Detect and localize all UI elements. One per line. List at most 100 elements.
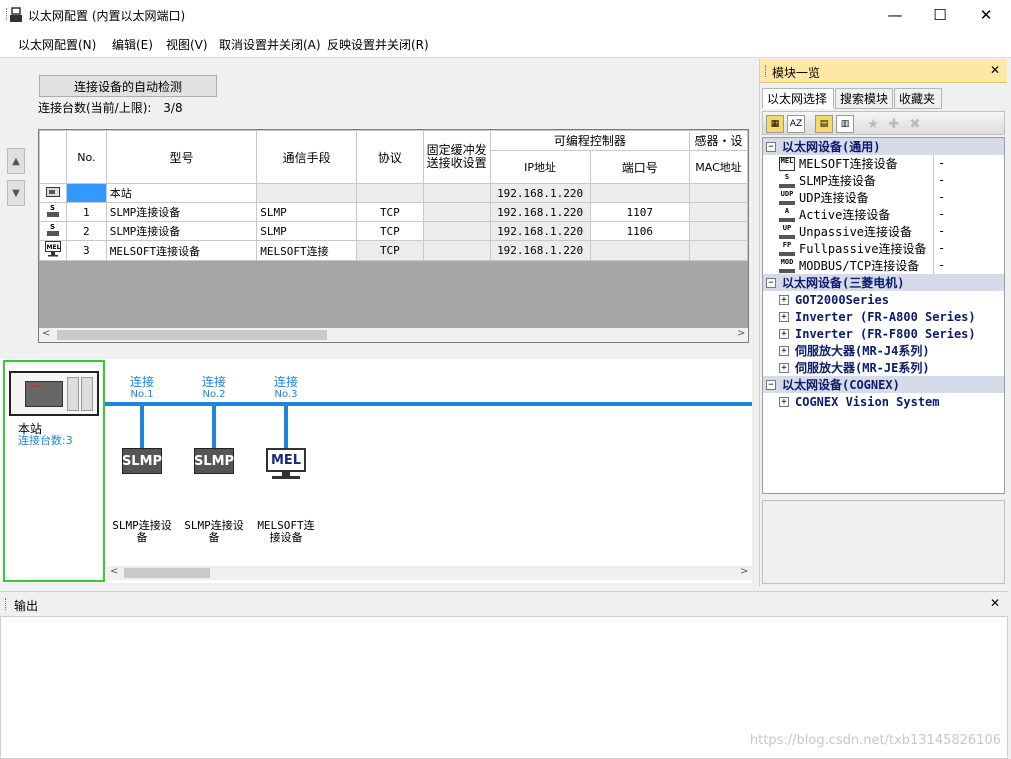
row-comm[interactable]: MELSOFT连接 — [256, 240, 358, 261]
sort-az-icon[interactable]: AZ — [787, 115, 805, 133]
table-row[interactable]: S 2 SLMP连接设备 SLMP TCP 192.168.1.220 1106 — [39, 221, 748, 241]
row-model[interactable]: SLMP连接设备 — [105, 202, 258, 222]
row-ip[interactable]: 192.168.1.220 — [489, 221, 591, 241]
expand-all-icon[interactable]: ▤ — [815, 115, 833, 133]
slmp-device-icon[interactable]: SLMP — [194, 448, 234, 474]
menu-edit[interactable]: 编辑(E) — [112, 36, 153, 53]
table-row[interactable]: S 1 SLMP连接设备 SLMP TCP 192.168.1.220 1107 — [39, 202, 748, 222]
tree-subgroup[interactable]: + 伺服放大器(MR-J4系列) — [763, 342, 1004, 359]
row-no[interactable]: 3 — [65, 240, 107, 261]
tree-item[interactable]: A Active连接设备 - — [763, 206, 1004, 223]
minimize-button[interactable]: — — [872, 0, 918, 30]
table-horizontal-scrollbar[interactable]: < > — [39, 328, 748, 342]
expand-icon[interactable]: + — [779, 396, 789, 407]
diagram-horizontal-scrollbar[interactable]: < > — [106, 566, 752, 580]
collapse-icon[interactable]: − — [766, 379, 776, 390]
module-panel-close-button[interactable]: ✕ — [990, 63, 1000, 77]
menu-view[interactable]: 视图(V) — [166, 36, 208, 53]
row-fixed-buffer[interactable] — [422, 202, 491, 222]
tree-group-mitsubishi[interactable]: − 以太网设备(三菱电机) — [763, 274, 1004, 291]
row-port[interactable]: 1107 — [589, 202, 691, 222]
mel-device-icon[interactable]: MEL — [266, 448, 306, 472]
scroll-left-icon[interactable]: < — [42, 328, 50, 339]
tab-favorites[interactable]: 收藏夹 — [894, 88, 942, 109]
tree-item[interactable]: FP Fullpassive连接设备 - — [763, 240, 1004, 257]
tab-ethernet-select[interactable]: 以太网选择 — [762, 88, 834, 109]
row-fixed-buffer[interactable] — [422, 183, 491, 203]
scroll-right-icon[interactable]: > — [737, 328, 745, 339]
remove-favorite-icon[interactable]: ✖ — [906, 115, 924, 133]
tab-search-module[interactable]: 搜索模块 — [835, 88, 893, 109]
row-fixed-buffer[interactable] — [422, 221, 491, 241]
tree-item[interactable]: MEL MELSOFT连接设备 - — [763, 155, 1004, 172]
row-no[interactable]: 1 — [65, 202, 107, 222]
collapse-icon[interactable]: − — [766, 141, 776, 152]
move-up-button[interactable]: ▲ — [7, 148, 25, 174]
tree-subgroup[interactable]: + COGNEX Vision System — [763, 393, 1004, 410]
tree-group-general[interactable]: − 以太网设备(通用) — [763, 138, 1004, 155]
row-comm[interactable]: SLMP — [256, 221, 358, 241]
header-comm[interactable]: 通信手段 — [256, 130, 358, 184]
add-favorite-icon[interactable]: ✚ — [885, 115, 903, 133]
row-protocol[interactable] — [356, 183, 424, 203]
row-mac[interactable] — [689, 240, 748, 261]
table-row[interactable]: 本站 192.168.1.220 — [39, 183, 748, 203]
row-ip[interactable]: 192.168.1.220 — [489, 202, 591, 222]
table-scroll-thumb[interactable] — [57, 330, 327, 340]
output-close-button[interactable]: ✕ — [990, 596, 1000, 610]
row-port[interactable]: 1106 — [589, 221, 691, 241]
row-port[interactable] — [589, 240, 691, 261]
row-protocol[interactable]: TCP — [356, 240, 424, 261]
header-port[interactable]: 端口号 — [589, 150, 691, 184]
header-fixed-buffer[interactable]: 固定缓冲发 送接收设置 — [422, 130, 491, 184]
row-protocol[interactable]: TCP — [356, 202, 424, 222]
row-no[interactable]: 2 — [65, 221, 107, 241]
row-mac[interactable] — [689, 202, 748, 222]
tree-group-cognex[interactable]: − 以太网设备(COGNEX) — [763, 376, 1004, 393]
expand-icon[interactable]: + — [779, 362, 789, 373]
tree-subgroup[interactable]: + 伺服放大器(MR-JE系列) — [763, 359, 1004, 376]
header-protocol[interactable]: 协议 — [356, 130, 424, 184]
row-ip[interactable]: 192.168.1.220 — [489, 240, 591, 261]
tree-item[interactable]: MOD MODBUS/TCP连接设备 - — [763, 257, 1004, 274]
slmp-device-icon[interactable]: SLMP — [122, 448, 162, 474]
collapse-all-icon[interactable]: ▥ — [836, 115, 854, 133]
expand-icon[interactable]: + — [779, 328, 789, 339]
favorite-star-icon[interactable]: ★ — [864, 115, 882, 133]
scroll-right-icon[interactable]: > — [740, 566, 748, 577]
row-ip[interactable]: 192.168.1.220 — [489, 183, 591, 203]
expand-icon[interactable]: + — [779, 311, 789, 322]
row-comm[interactable]: SLMP — [256, 202, 358, 222]
sort-category-icon[interactable]: ▦ — [766, 115, 784, 133]
tree-subgroup[interactable]: + Inverter (FR-F800 Series) — [763, 325, 1004, 342]
table-row[interactable]: MEL 3 MELSOFT连接设备 MELSOFT连接 TCP 192.168.… — [39, 240, 748, 261]
row-protocol[interactable]: TCP — [356, 221, 424, 241]
expand-icon[interactable]: + — [779, 345, 789, 356]
header-no[interactable]: No. — [65, 130, 107, 184]
expand-icon[interactable]: + — [779, 294, 789, 305]
tree-item[interactable]: S SLMP连接设备 - — [763, 172, 1004, 189]
tree-item[interactable]: UDP UDP连接设备 - — [763, 189, 1004, 206]
move-down-button[interactable]: ▼ — [7, 180, 25, 206]
plc-station-icon[interactable] — [9, 371, 99, 416]
menu-apply-close[interactable]: 反映设置并关闭(R) — [327, 36, 429, 53]
maximize-button[interactable]: ☐ — [917, 0, 963, 30]
header-model[interactable]: 型号 — [105, 130, 258, 184]
row-model[interactable]: MELSOFT连接设备 — [105, 240, 258, 261]
tree-subgroup[interactable]: + Inverter (FR-A800 Series) — [763, 308, 1004, 325]
row-mac[interactable] — [689, 183, 748, 203]
collapse-icon[interactable]: − — [766, 277, 776, 288]
header-ip[interactable]: IP地址 — [489, 150, 591, 184]
row-port[interactable] — [589, 183, 691, 203]
row-no[interactable] — [65, 183, 107, 203]
tree-item[interactable]: UP Unpassive连接设备 - — [763, 223, 1004, 240]
menu-ethernet-config[interactable]: 以太网配置(N) — [18, 36, 96, 53]
diagram-scroll-thumb[interactable] — [124, 568, 210, 578]
row-comm[interactable] — [256, 183, 358, 203]
scroll-left-icon[interactable]: < — [110, 566, 118, 577]
menu-cancel-close[interactable]: 取消设置并关闭(A) — [219, 36, 321, 53]
row-model[interactable]: 本站 — [105, 183, 258, 203]
row-model[interactable]: SLMP连接设备 — [105, 221, 258, 241]
header-mac[interactable]: MAC地址 — [689, 150, 748, 184]
row-fixed-buffer[interactable] — [422, 240, 491, 261]
